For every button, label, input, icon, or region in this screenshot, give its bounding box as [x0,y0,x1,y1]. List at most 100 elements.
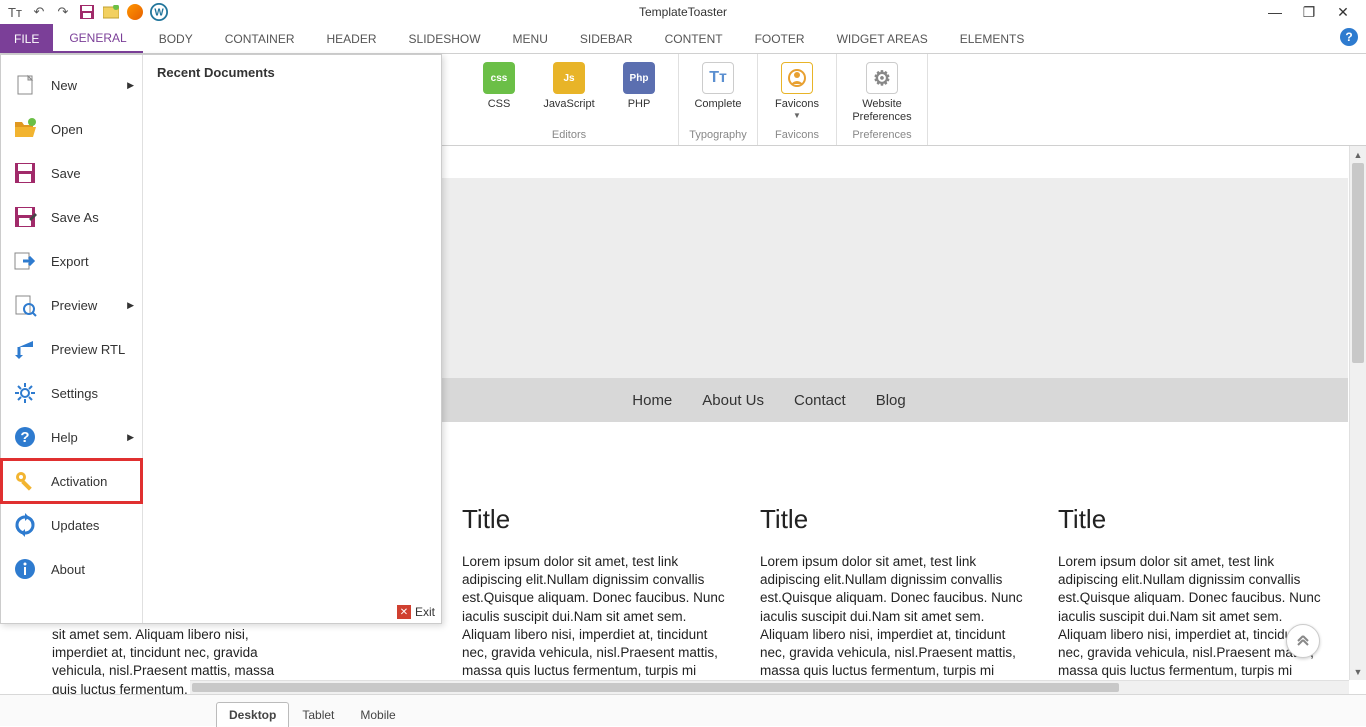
favicons-label: Favicons [775,98,819,111]
backstage-item-label: Activation [51,474,107,489]
view-tablet[interactable]: Tablet [289,702,347,727]
backstage-saveas[interactable]: Save As [1,195,142,239]
tab-general[interactable]: GENERAL [53,24,142,53]
backstage-item-label: Settings [51,386,98,401]
nav-home[interactable]: Home [632,392,672,409]
scroll-up-button[interactable]: ▲ [1350,146,1366,163]
backstage-item-label: Help [51,430,78,445]
ribbon-tabs: FILE GENERAL BODY CONTAINER HEADER SLIDE… [0,24,1366,54]
view-mobile[interactable]: Mobile [347,702,408,727]
preview-icon [13,293,37,317]
ribbon-group-preferences: ⚙ WebsitePreferences Preferences [837,54,928,145]
tab-footer[interactable]: FOOTER [739,24,821,53]
backstage-updates[interactable]: Updates [1,503,142,547]
favicon-icon [781,62,813,94]
about-icon [13,557,37,581]
backstage-item-label: Updates [51,518,99,533]
tab-sidebar[interactable]: SIDEBAR [564,24,649,53]
tab-elements[interactable]: ELEMENTS [944,24,1041,53]
view-desktop[interactable]: Desktop [216,702,289,727]
column-text: Lorem ipsum dolor sit amet, test link ad… [1058,553,1326,680]
column-title: Title [462,504,730,535]
css-button[interactable]: css CSS [466,58,532,111]
editors-group-label: Editors [552,129,586,141]
tab-slideshow[interactable]: SLIDESHOW [393,24,497,53]
content-column[interactable]: Title Lorem ipsum dolor sit amet, test l… [760,504,1028,680]
backstage-about[interactable]: About [1,547,142,591]
help-icon: ? [13,425,37,449]
typography-group-label: Typography [689,129,746,141]
saveas-icon [13,205,37,229]
chevron-right-icon: ▶ [127,300,134,311]
scroll-down-button[interactable]: ▼ [1350,663,1366,680]
firefox-icon[interactable] [126,3,144,21]
website-preferences-button[interactable]: ⚙ WebsitePreferences [843,58,921,123]
backstage-item-label: About [51,562,85,577]
gear-icon: ⚙ [866,62,898,94]
export-icon [13,249,37,273]
favicons-button[interactable]: Favicons ▼ [764,58,830,120]
close-button[interactable]: ✕ [1330,4,1356,21]
content-column[interactable]: Title Lorem ipsum dolor sit amet, test l… [462,504,730,680]
tab-widget-areas[interactable]: WIDGET AREAS [821,24,944,53]
php-label: PHP [628,98,651,111]
vertical-scrollbar[interactable]: ▲ ▼ [1349,146,1366,680]
settings-icon [13,381,37,405]
backstage-settings[interactable]: Settings [1,371,142,415]
wordpress-icon[interactable]: W [150,3,168,21]
backstage-activation[interactable]: Activation [1,459,142,503]
backstage-open[interactable]: Open [1,107,142,151]
exit-button[interactable]: ✕ Exit [397,605,435,619]
nav-contact[interactable]: Contact [794,392,846,409]
css-icon: css [483,62,515,94]
quick-access-toolbar: Tт ↶ ↷ W [0,3,168,21]
complete-typography-button[interactable]: Tᴛ Complete [685,58,751,111]
tab-menu[interactable]: MENU [497,24,564,53]
horizontal-scrollbar[interactable] [190,680,1349,694]
tt-icon[interactable]: Tт [6,3,24,21]
backstage-export[interactable]: Export [1,239,142,283]
svg-text:?: ? [20,429,29,446]
backstage-previewrtl[interactable]: Preview RTL [1,327,142,371]
js-label: JavaScript [543,98,594,111]
backstage-preview[interactable]: Preview ▶ [1,283,142,327]
nav-about[interactable]: About Us [702,392,764,409]
minimize-button[interactable]: — [1262,4,1288,21]
scroll-top-button[interactable] [1286,624,1320,658]
ribbon-group-editors: css CSS Js JavaScript Php PHP Editors [460,54,679,145]
css-label: CSS [488,98,511,111]
file-backstage-panel: New▶OpenSaveSave AsExportPreview▶Preview… [0,54,442,624]
ribbon-group-typography: Tᴛ Complete Typography [679,54,758,145]
open-icon [13,117,37,141]
scroll-thumb[interactable] [1352,163,1364,363]
tab-body[interactable]: BODY [143,24,209,53]
php-button[interactable]: Php PHP [606,58,672,111]
new-icon [13,73,37,97]
updates-icon [13,513,37,537]
backstage-item-label: Open [51,122,83,137]
tab-container[interactable]: CONTAINER [209,24,311,53]
help-icon[interactable]: ? [1340,28,1358,46]
nav-blog[interactable]: Blog [876,392,906,409]
backstage-item-label: Save As [51,210,99,225]
redo-button[interactable]: ↷ [54,3,72,21]
backstage-content: Recent Documents ✕ Exit [143,55,441,623]
js-icon: Js [553,62,585,94]
tab-content[interactable]: CONTENT [649,24,739,53]
favicons-group-label: Favicons [775,129,819,141]
save-quick-button[interactable] [78,3,96,21]
content-column[interactable]: Title Lorem ipsum dolor sit amet, test l… [1058,504,1326,680]
preferences-label: WebsitePreferences [852,98,911,123]
mail-icon[interactable] [102,3,120,21]
file-tab[interactable]: FILE [0,24,53,53]
backstage-new[interactable]: New▶ [1,63,142,107]
tab-header[interactable]: HEADER [311,24,393,53]
undo-button[interactable]: ↶ [30,3,48,21]
backstage-item-label: Preview [51,298,97,313]
backstage-save[interactable]: Save [1,151,142,195]
scroll-thumb-h[interactable] [192,683,1119,692]
column-text: Lorem ipsum dolor sit amet, test link ad… [760,553,1028,680]
js-button[interactable]: Js JavaScript [536,58,602,111]
maximize-button[interactable]: ❐ [1296,4,1322,21]
backstage-help[interactable]: ?Help▶ [1,415,142,459]
